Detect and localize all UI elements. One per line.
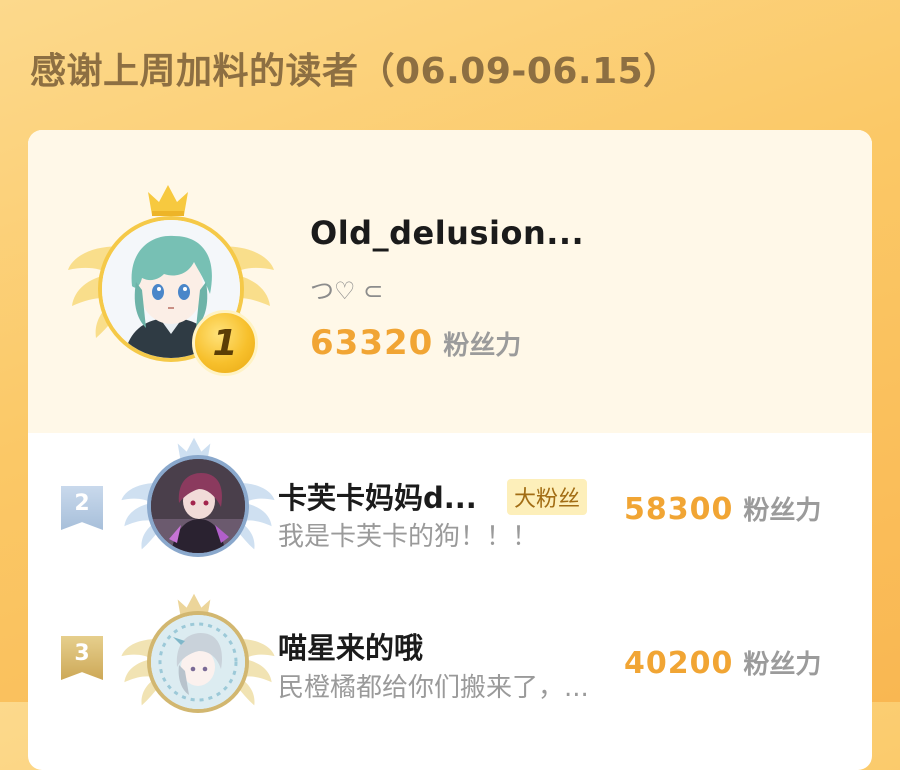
score-unit: 粉丝力	[443, 331, 522, 361]
reader-name[interactable]: 喵星来的哦	[278, 625, 423, 667]
rank-badge: 3	[61, 636, 103, 680]
score-value: 58300	[624, 492, 734, 527]
reader-bio: 我是卡芙卡的狗！！！	[278, 522, 539, 552]
score-unit: 粉丝力	[743, 650, 822, 680]
avatar[interactable]	[147, 455, 249, 557]
rank-badge: 2	[61, 486, 103, 530]
champion-name[interactable]: Old_delusion...	[310, 214, 584, 252]
fan-level-badge: 大粉丝	[507, 479, 588, 515]
page-title: 感谢上周加料的读者（06.09-06.15）	[30, 51, 680, 92]
anime-avatar-icon	[151, 615, 245, 709]
reader-score: 40200 粉丝力	[624, 644, 821, 681]
list-item[interactable]: 3 喵星来的哦 民橙橘都给你们搬来了，... 40200 粉丝力	[28, 593, 872, 743]
score-value: 63320	[310, 323, 434, 363]
crown-icon	[148, 185, 188, 216]
score-unit: 粉丝力	[743, 496, 822, 526]
anime-avatar-icon	[151, 459, 245, 553]
score-value: 40200	[624, 646, 734, 681]
reader-bio: 民橙橘都给你们搬来了，...	[278, 673, 589, 703]
avatar-group[interactable]	[120, 591, 276, 741]
rank-badge-first: 1	[192, 310, 258, 376]
ranking-card: 1 Old_delusion... つ♡ ⊂ 63320 粉丝力 2 卡芙卡妈妈…	[28, 130, 872, 770]
list-item[interactable]: 2 卡芙卡妈妈d... 大粉丝 我是卡芙卡的狗！！！ 58300 粉丝力	[28, 435, 872, 585]
champion-score: 63320 粉丝力	[310, 323, 521, 363]
reader-name[interactable]: 卡芙卡妈妈d...	[278, 475, 477, 517]
avatar-group[interactable]	[120, 435, 276, 585]
champion-avatar-group[interactable]: 1	[66, 182, 276, 382]
avatar[interactable]	[147, 611, 249, 713]
champion-section[interactable]: 1 Old_delusion... つ♡ ⊂ 63320 粉丝力	[28, 130, 872, 433]
champion-bio: つ♡ ⊂	[310, 277, 384, 305]
reader-score: 58300 粉丝力	[624, 490, 821, 527]
